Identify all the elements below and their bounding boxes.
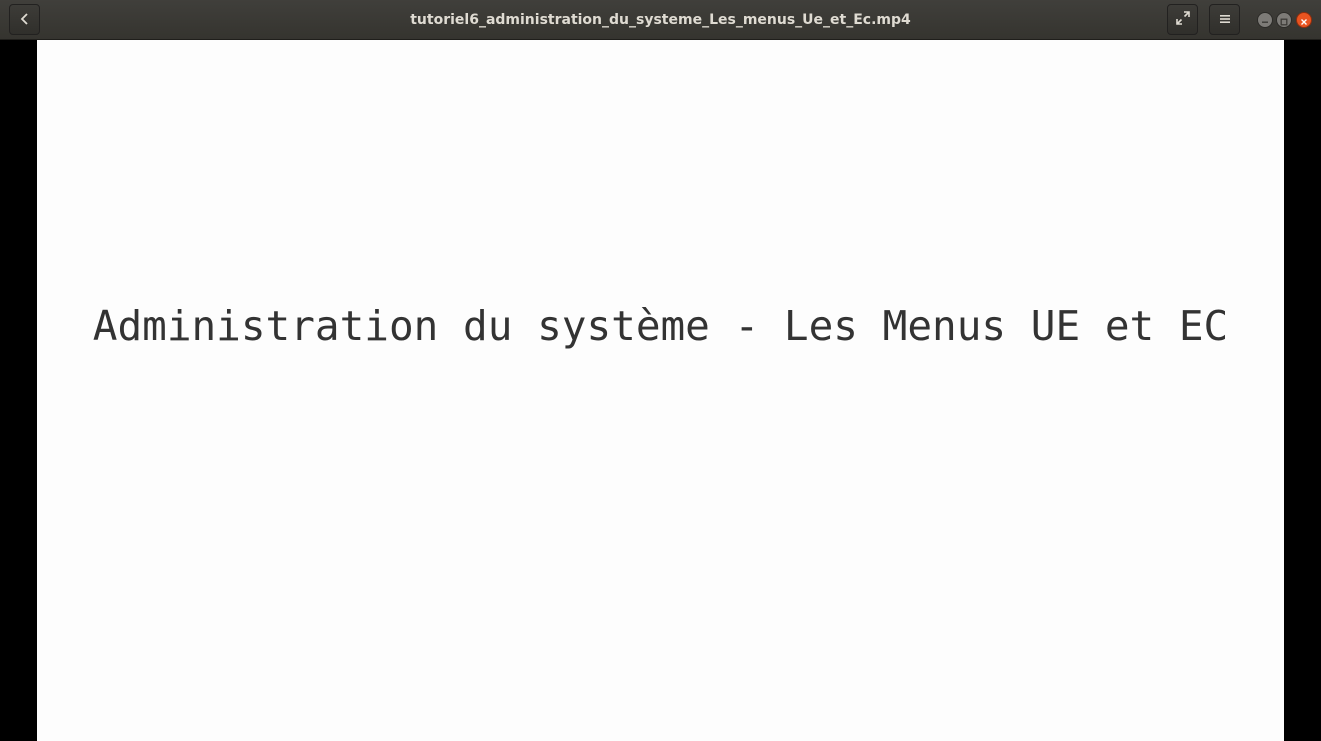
chevron-left-icon	[19, 10, 31, 29]
window-title: tutoriel6_administration_du_systeme_Les_…	[410, 12, 911, 28]
menu-button[interactable]	[1209, 4, 1240, 35]
fullscreen-button[interactable]	[1167, 4, 1198, 35]
minimize-icon	[1261, 11, 1269, 30]
hamburger-menu-icon	[1219, 10, 1231, 29]
fullscreen-icon	[1175, 10, 1190, 29]
maximize-button[interactable]	[1276, 12, 1292, 28]
maximize-icon	[1280, 11, 1288, 30]
back-button[interactable]	[9, 4, 40, 35]
close-button[interactable]	[1296, 12, 1312, 28]
minimize-button[interactable]	[1257, 12, 1273, 28]
headerbar: tutoriel6_administration_du_systeme_Les_…	[0, 0, 1321, 40]
close-icon	[1300, 11, 1308, 30]
video-frame[interactable]: Administration du système - Les Menus UE…	[37, 40, 1284, 741]
slide-title: Administration du système - Les Menus UE…	[92, 302, 1229, 350]
